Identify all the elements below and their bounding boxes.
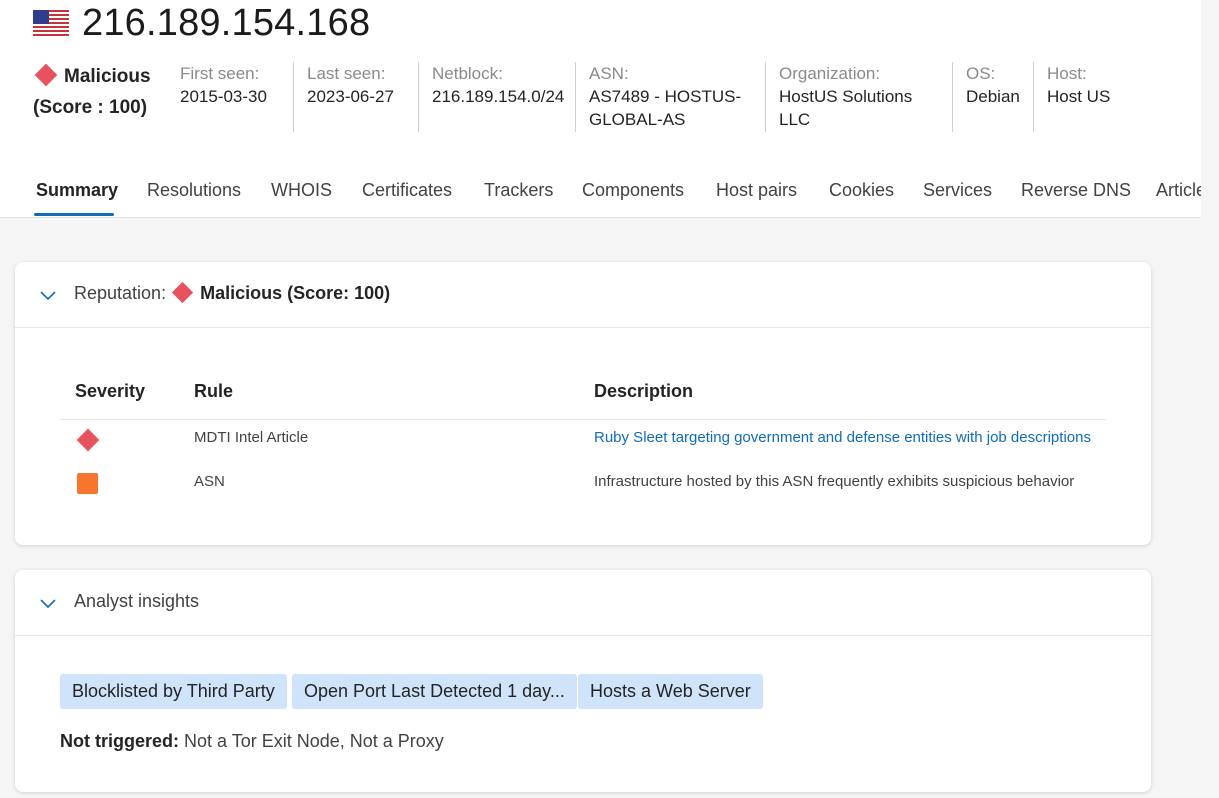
tab-cookies[interactable]: Cookies xyxy=(829,180,894,201)
meta-organization: Organization: HostUS Solutions LLC xyxy=(765,62,952,132)
malicious-diamond-icon xyxy=(76,428,100,452)
entity-header: 216.189.154.168 Malicious (Score : 100) … xyxy=(0,0,1215,218)
reputation-verdict: Malicious (Score: 100) xyxy=(200,283,391,303)
rule-cell: ASN xyxy=(194,473,225,490)
verdict-score: (Score : 100) xyxy=(33,97,148,118)
suspicious-square-icon xyxy=(77,473,98,494)
malicious-diamond-icon xyxy=(171,281,194,304)
tab-services[interactable]: Services xyxy=(923,180,992,201)
meta-first-seen: First seen: 2015-03-30 xyxy=(180,64,267,106)
malicious-diamond-icon xyxy=(34,63,58,87)
tab-summary[interactable]: Summary xyxy=(36,180,118,201)
reputation-card-header[interactable]: Reputation: Malicious (Score: 100) xyxy=(15,262,1151,328)
article-link[interactable]: Ruby Sleet targeting government and defe… xyxy=(594,429,1092,446)
not-triggered-summary: Not triggered: Not a Tor Exit Node, Not … xyxy=(60,731,444,751)
meta-netblock: Netblock: 216.189.154.0/24 xyxy=(418,62,575,132)
insights-title: Analyst insights xyxy=(74,591,200,611)
reputation-card: Reputation: Malicious (Score: 100) Severi… xyxy=(15,262,1151,545)
page-title: 216.189.154.168 xyxy=(82,2,371,44)
column-header-rule[interactable]: Rule xyxy=(194,381,233,402)
insights-card-header[interactable]: Analyst insights xyxy=(15,570,1151,636)
meta-asn: ASN: AS7489 - HOSTUS-GLOBAL-AS xyxy=(575,62,765,132)
chevron-down-icon[interactable] xyxy=(39,286,57,304)
meta-os: OS: Debian xyxy=(952,62,1033,132)
meta-host: Host: Host US xyxy=(1033,62,1153,132)
verdict-label: Malicious xyxy=(64,66,151,87)
us-flag-icon xyxy=(33,10,69,36)
chevron-down-icon[interactable] xyxy=(39,594,57,612)
rule-cell: MDTI Intel Article xyxy=(194,429,309,446)
tab-certificates[interactable]: Certificates xyxy=(362,180,452,201)
analyst-insights-card: Analyst insights Blocklisted by Third Pa… xyxy=(15,570,1151,792)
reputation-title: Reputation: Malicious (Score: 100) xyxy=(74,281,391,304)
table-divider xyxy=(60,419,1106,420)
verdict-badge: Malicious (Score : 100) xyxy=(33,63,163,119)
tab-components[interactable]: Components xyxy=(582,180,684,201)
meta-last-seen: Last seen: 2023-06-27 xyxy=(293,62,418,132)
tab-trackers[interactable]: Trackers xyxy=(484,180,553,201)
description-cell: Infrastructure hosted by this ASN freque… xyxy=(594,473,1075,490)
scroll-gutter xyxy=(1201,0,1219,218)
tab-bar: Summary Resolutions WHOIS Certificates T… xyxy=(0,170,1219,218)
insight-chip[interactable]: Open Port Last Detected 1 day... xyxy=(292,674,577,709)
column-header-description[interactable]: Description xyxy=(594,381,693,402)
active-tab-indicator xyxy=(34,213,114,216)
insight-chip[interactable]: Blocklisted by Third Party xyxy=(60,674,287,709)
tab-reverse-dns[interactable]: Reverse DNS xyxy=(1021,180,1131,201)
tab-resolutions[interactable]: Resolutions xyxy=(147,180,241,201)
column-header-severity[interactable]: Severity xyxy=(75,381,145,402)
tab-whois[interactable]: WHOIS xyxy=(271,180,332,201)
insight-chip[interactable]: Hosts a Web Server xyxy=(578,674,763,709)
tab-host-pairs[interactable]: Host pairs xyxy=(716,180,797,201)
